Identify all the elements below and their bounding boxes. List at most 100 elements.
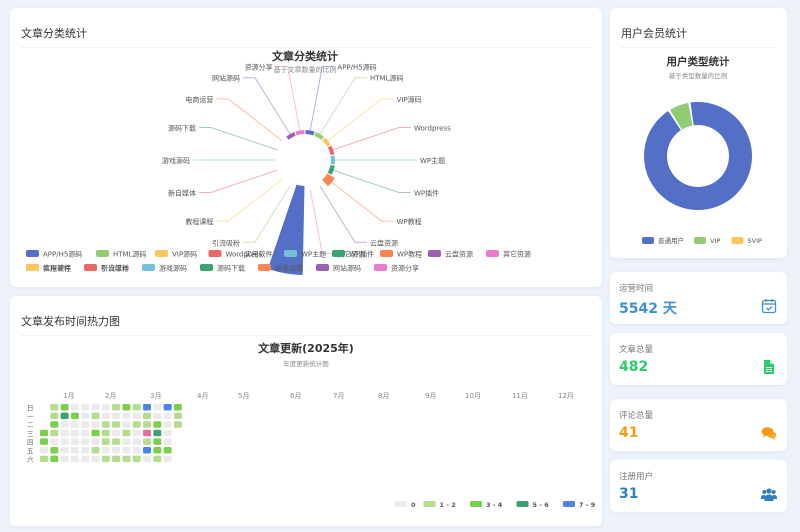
legend-swatch xyxy=(486,250,499,257)
month-label: 8月 xyxy=(378,392,389,400)
label-line xyxy=(319,77,367,135)
heatmap-cell xyxy=(132,438,141,445)
heatmap-cell xyxy=(143,447,151,454)
legend-label: VIP源码 xyxy=(172,250,197,259)
heatmap-cell xyxy=(40,455,48,463)
legend-swatch xyxy=(284,250,297,257)
legend-label: 新自媒体 xyxy=(101,264,129,273)
heatmap-cell xyxy=(143,455,151,463)
chart-title: 文章分类统计 xyxy=(272,49,338,63)
heatmap-cell xyxy=(81,438,90,445)
heatmap-cell xyxy=(153,412,162,420)
heatmap-cell xyxy=(81,455,90,463)
heatmap-cell xyxy=(163,455,172,463)
label-line xyxy=(333,127,411,151)
legend-swatch xyxy=(316,264,329,271)
heatmap-cell xyxy=(91,455,100,463)
legend-label: 3 - 4 xyxy=(486,501,503,509)
legend-swatch xyxy=(96,250,109,257)
legend-label: 普通用户 xyxy=(658,236,684,245)
heatmap-cell xyxy=(112,438,121,445)
heatmap-cell xyxy=(91,421,100,428)
rose-slice xyxy=(267,184,305,275)
weekday-label: 五 xyxy=(27,447,34,455)
weekday-label: 日 xyxy=(27,404,34,412)
legend-label: 教程课程 xyxy=(43,264,71,273)
rose-slice xyxy=(322,137,331,147)
heatmap-cell xyxy=(70,421,79,428)
heatmap-cell xyxy=(91,429,100,437)
rose-slice xyxy=(330,155,335,165)
heatmap-cell xyxy=(81,404,90,411)
legend-swatch xyxy=(516,501,529,507)
heatmap-cell xyxy=(132,429,141,437)
slice-label: Wordpress xyxy=(414,125,451,133)
label-line xyxy=(199,169,277,193)
heatmap-cell xyxy=(101,455,110,463)
heatmap-cell xyxy=(163,447,172,454)
legend-label: 5 - 6 xyxy=(533,501,550,509)
slice-label: VIP源码 xyxy=(397,95,422,104)
heatmap-cell xyxy=(70,412,79,420)
legend-swatch xyxy=(332,250,345,257)
rose-slice xyxy=(314,132,324,140)
legend-swatch xyxy=(428,250,441,257)
heatmap-cell xyxy=(132,455,141,463)
legend-swatch xyxy=(200,264,213,271)
slice-label: 游戏源码 xyxy=(162,156,190,165)
heatmap-cell xyxy=(132,421,141,428)
legend-label: WP主题 xyxy=(301,250,326,259)
heatmap-cell xyxy=(122,429,131,437)
heatmap-cell xyxy=(143,412,151,420)
weekday-label: 四 xyxy=(27,438,34,446)
heatmap-cell xyxy=(112,455,121,463)
heatmap-cell xyxy=(153,447,162,454)
legend-swatch xyxy=(26,250,39,257)
legend-label: 7 - 9 xyxy=(579,501,596,509)
heatmap-cell xyxy=(50,421,59,428)
legend-swatch xyxy=(155,250,168,257)
rose-slice xyxy=(295,130,305,136)
legend-label: 云盘资源 xyxy=(445,250,473,259)
label-line xyxy=(243,77,291,135)
legend-label: Wordpress xyxy=(226,251,263,259)
slice-label: 新自媒体 xyxy=(168,188,196,197)
heatmap-cell xyxy=(173,421,182,428)
heatmap-cell xyxy=(101,404,110,411)
heatmap-cell xyxy=(70,455,79,463)
slice-label: 电商运营 xyxy=(185,95,213,104)
heatmap-cell xyxy=(122,447,131,454)
legend-swatch xyxy=(563,501,575,507)
month-label: 10月 xyxy=(465,392,481,400)
label-line xyxy=(309,65,335,131)
slice-label: 引流吸粉 xyxy=(212,238,240,247)
heatmap-cell xyxy=(60,447,69,454)
heatmap-cell xyxy=(91,412,100,420)
legend-label: SVIP xyxy=(748,237,762,245)
heatmap-cell xyxy=(40,429,48,437)
heatmap-cell xyxy=(132,412,141,420)
heatmap-cell xyxy=(143,438,151,445)
stat-value: 31 xyxy=(619,486,639,502)
legend-label: 源码下载 xyxy=(217,264,245,273)
stat-card: 注册用户 31 xyxy=(610,460,787,512)
chart-subtitle: 年度更新统计图 xyxy=(283,359,329,368)
stat-card: 评论总量 41 xyxy=(610,399,787,451)
label-line xyxy=(333,169,411,193)
heatmap-cell xyxy=(81,429,90,437)
heatmap-cell xyxy=(40,438,48,445)
legend-swatch xyxy=(642,237,654,244)
rose-slice xyxy=(327,145,335,155)
chart-title: 用户类型统计 xyxy=(666,55,730,68)
heatmap-cell xyxy=(101,438,110,445)
heatmap-cell xyxy=(50,404,59,411)
heatmap-cell xyxy=(112,404,121,411)
legend-label: WP插件 xyxy=(349,250,374,259)
legend-label: 0 xyxy=(411,501,416,509)
month-label: 6月 xyxy=(290,392,301,400)
heatmap-cell xyxy=(153,455,162,463)
label-line xyxy=(319,185,367,243)
chart-subtitle: 基于类型数量的比例 xyxy=(669,71,728,80)
heatmap-cell xyxy=(163,404,172,411)
heatmap-cell xyxy=(60,429,69,437)
